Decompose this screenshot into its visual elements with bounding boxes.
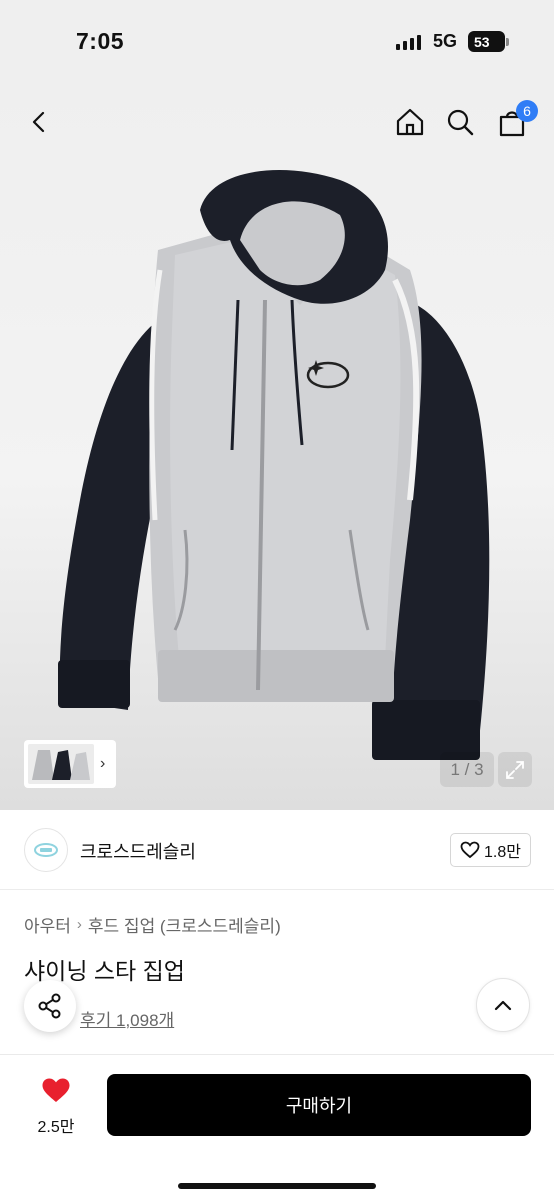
breadcrumb: 아우터 › 후드 집업 (크로스드레슬리) xyxy=(24,912,281,937)
wish-count: 2.5만 xyxy=(37,1119,75,1136)
status-bar: 7:05 5G 53 xyxy=(0,0,554,80)
brand-like-button[interactable]: 1.8만 xyxy=(450,833,531,867)
home-icon xyxy=(396,108,424,136)
share-button[interactable] xyxy=(24,980,76,1032)
search-icon xyxy=(447,109,474,136)
cart-button[interactable]: 6 xyxy=(492,100,538,142)
hoodie-illustration xyxy=(58,170,490,760)
expand-icon xyxy=(506,760,524,779)
brand-like-count: 1.8만 xyxy=(484,844,521,861)
top-nav: 6 xyxy=(0,80,554,160)
search-button[interactable] xyxy=(440,102,480,142)
battery-level: 53 xyxy=(474,33,490,50)
buy-button[interactable]: 구매하기 xyxy=(107,1074,531,1136)
home-button[interactable] xyxy=(390,102,430,142)
image-counter: 1 / 3 xyxy=(440,752,494,787)
battery-icon: 53 xyxy=(468,31,505,52)
thumbnail-image xyxy=(28,744,94,784)
chevron-right-icon: › xyxy=(76,916,82,933)
breadcrumb-category[interactable]: 아우터 xyxy=(24,912,71,937)
bottom-action-bar: 2.5만 구매하기 xyxy=(0,1054,554,1200)
thumbnail-strip[interactable]: › xyxy=(24,740,116,788)
back-icon xyxy=(32,111,45,133)
network-label: 5G xyxy=(433,31,458,51)
chevron-up-icon xyxy=(494,1000,512,1011)
breadcrumb-subcategory[interactable]: 후드 집업 (크로스드레슬리) xyxy=(88,912,281,937)
heart-outline-icon xyxy=(460,841,480,859)
home-indicator xyxy=(178,1183,376,1189)
signal-icon xyxy=(396,34,421,50)
status-time: 7:05 xyxy=(76,28,125,54)
scroll-top-button[interactable] xyxy=(476,978,530,1032)
review-link[interactable]: 후기 1,098개 xyxy=(80,1006,174,1031)
chevron-right-icon: › xyxy=(100,755,106,772)
expand-button[interactable] xyxy=(498,752,532,787)
brand-logo[interactable] xyxy=(24,828,68,872)
brand-name[interactable]: 크로스드레슬리 xyxy=(80,838,196,864)
product-image[interactable] xyxy=(0,80,554,810)
cart-count-badge: 6 xyxy=(516,100,538,122)
share-icon xyxy=(38,993,61,1019)
battery-tip xyxy=(506,38,509,46)
wish-button[interactable]: 2.5만 xyxy=(28,1077,84,1137)
brand-row: 크로스드레슬리 1.8만 xyxy=(0,810,554,890)
heart-filled-icon xyxy=(42,1078,70,1102)
back-button[interactable] xyxy=(20,102,60,142)
brand-logo-icon xyxy=(34,843,58,857)
